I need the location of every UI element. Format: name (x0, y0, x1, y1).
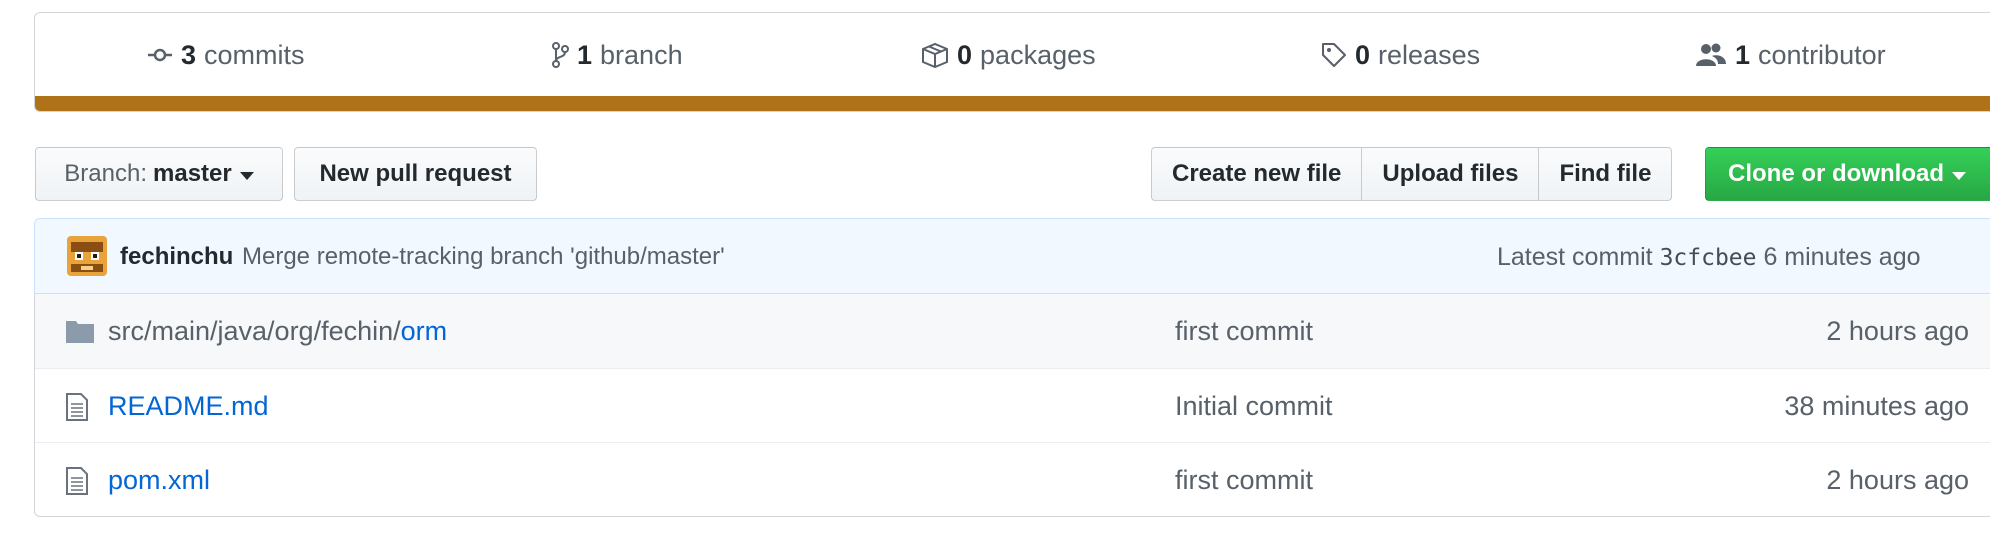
file-icon (66, 393, 88, 421)
table-row: src/main/java/org/fechin/orm first commi… (35, 294, 1990, 368)
file-name[interactable]: pom.xml (108, 465, 210, 496)
file-age: 2 hours ago (1826, 316, 1969, 346)
git-commit-icon (148, 48, 172, 62)
file-age: 2 hours ago (1826, 465, 1969, 495)
new-pull-request-button[interactable]: New pull request (294, 147, 537, 201)
latest-commit-prefix: Latest commit (1497, 243, 1653, 271)
find-file-button[interactable]: Find file (1538, 147, 1673, 201)
releases-count: 0 (1355, 39, 1371, 70)
repo-numbers-summary: 3 commits 1 branch 0 packages 0 releases (34, 12, 1990, 96)
commit-message[interactable]: Merge remote-tracking branch 'github/mas… (242, 243, 725, 271)
file-name[interactable]: README.md (108, 391, 269, 422)
chevron-down-icon (1952, 171, 1966, 180)
file-link[interactable]: README.md (108, 391, 269, 421)
clone-label: Clone or download (1728, 160, 1944, 187)
file-commit-message[interactable]: first commit (1175, 465, 1313, 496)
commit-author[interactable]: fechinchu (120, 243, 233, 271)
branch-prefix: Branch: (64, 160, 147, 187)
upload-files-button[interactable]: Upload files (1361, 147, 1540, 201)
directory-name[interactable]: orm (401, 316, 448, 346)
branch-name: master (153, 160, 232, 187)
commits-link[interactable]: 3 commits (147, 13, 305, 97)
create-new-file-button[interactable]: Create new file (1151, 147, 1363, 201)
file-commit-message[interactable]: Initial commit (1175, 391, 1333, 422)
packages-link[interactable]: 0 packages (921, 13, 1096, 97)
file-name[interactable]: src/main/java/org/fechin/orm (108, 316, 447, 347)
contributors-count: 1 (1735, 39, 1751, 70)
commits-label: commits (204, 39, 305, 70)
folder-icon (66, 321, 94, 343)
table-row: pom.xml first commit 2 hours ago (35, 442, 1990, 516)
branches-link[interactable]: 1 branch (551, 13, 683, 97)
file-icon (66, 467, 88, 495)
latest-commit-info: Latest commit 3cfcbee 6 minutes ago (1497, 243, 1921, 272)
file-age: 38 minutes ago (1784, 391, 1969, 421)
file-link[interactable]: pom.xml (108, 465, 210, 495)
contributors-label: contributor (1758, 39, 1886, 70)
avatar[interactable] (67, 236, 107, 276)
package-icon (922, 42, 948, 68)
directory-path[interactable]: src/main/java/org/fechin/ (108, 316, 401, 346)
contributors-link[interactable]: 1 contributor (1695, 13, 1886, 97)
file-list: src/main/java/org/fechin/orm first commi… (34, 294, 1990, 517)
releases-link[interactable]: 0 releases (1321, 13, 1480, 97)
branch-select-button[interactable]: Branch: master (35, 147, 283, 201)
commit-sha[interactable]: 3cfcbee (1660, 245, 1757, 271)
tag-icon (1322, 43, 1346, 67)
language-bar[interactable] (34, 96, 1990, 112)
releases-label: releases (1378, 39, 1481, 70)
packages-count: 0 (957, 39, 973, 70)
table-row: README.md Initial commit 38 minutes ago (35, 368, 1990, 442)
commits-count: 3 (181, 39, 197, 70)
packages-label: packages (980, 39, 1096, 70)
branches-count: 1 (577, 39, 593, 70)
latest-commit-bar: fechinchu Merge remote-tracking branch '… (34, 218, 1990, 294)
clone-or-download-button[interactable]: Clone or download (1705, 147, 1990, 201)
branches-label: branch (600, 39, 683, 70)
file-commit-message[interactable]: first commit (1175, 316, 1313, 347)
git-branch-icon (552, 42, 569, 68)
chevron-down-icon (239, 171, 254, 180)
people-icon (1696, 43, 1726, 66)
commit-age: 6 minutes ago (1763, 243, 1921, 271)
file-actions-group: Create new file Upload files Find file (1151, 147, 1673, 201)
